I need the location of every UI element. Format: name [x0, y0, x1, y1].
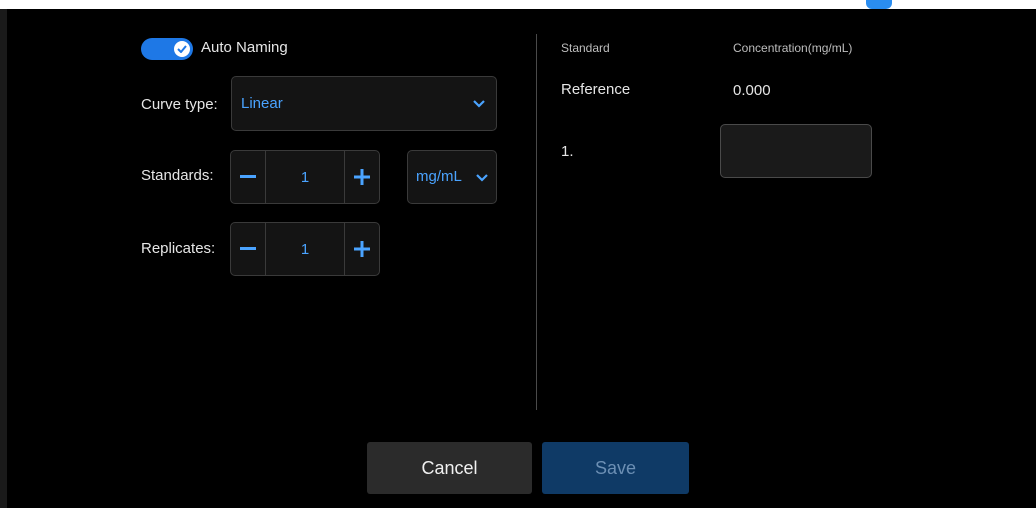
app-icon[interactable] — [866, 0, 892, 9]
auto-naming-toggle[interactable] — [141, 38, 193, 60]
chevron-down-icon — [476, 174, 488, 182]
left-edge — [0, 9, 7, 508]
curve-type-label: Curve type: — [141, 96, 218, 113]
standard-column-header: Standard — [561, 41, 610, 55]
column-divider — [536, 34, 537, 410]
curve-type-select[interactable]: Linear — [231, 76, 497, 131]
replicates-value[interactable]: 1 — [266, 223, 344, 275]
curve-type-value: Linear — [241, 95, 283, 112]
standards-unit-select[interactable]: mg/mL — [407, 150, 497, 204]
reference-value: 0.000 — [733, 82, 771, 99]
concentration-input[interactable] — [720, 124, 872, 178]
replicates-decrement-button[interactable] — [231, 223, 266, 275]
reference-label: Reference — [561, 81, 631, 98]
auto-naming-label: Auto Naming — [201, 39, 288, 56]
minus-icon — [240, 175, 256, 178]
plus-icon — [354, 241, 370, 257]
save-button[interactable]: Save — [542, 442, 689, 494]
standards-stepper[interactable]: 1 — [230, 150, 380, 204]
replicates-stepper[interactable]: 1 — [230, 222, 380, 276]
standards-value[interactable]: 1 — [266, 151, 344, 203]
standards-label: Standards: — [141, 167, 214, 184]
replicates-label: Replicates: — [141, 240, 216, 257]
cancel-button[interactable]: Cancel — [367, 442, 532, 494]
standards-decrement-button[interactable] — [231, 151, 266, 203]
chevron-down-icon — [473, 100, 485, 108]
standards-increment-button[interactable] — [344, 151, 379, 203]
minus-icon — [240, 247, 256, 250]
standards-unit-value: mg/mL — [416, 168, 462, 185]
replicates-increment-button[interactable] — [344, 223, 379, 275]
check-icon — [174, 41, 190, 57]
plus-icon — [354, 169, 370, 185]
concentration-column-header: Concentration(mg/mL) — [733, 41, 853, 55]
standard-row-label: 1. — [561, 143, 574, 160]
top-bar — [0, 0, 1036, 9]
